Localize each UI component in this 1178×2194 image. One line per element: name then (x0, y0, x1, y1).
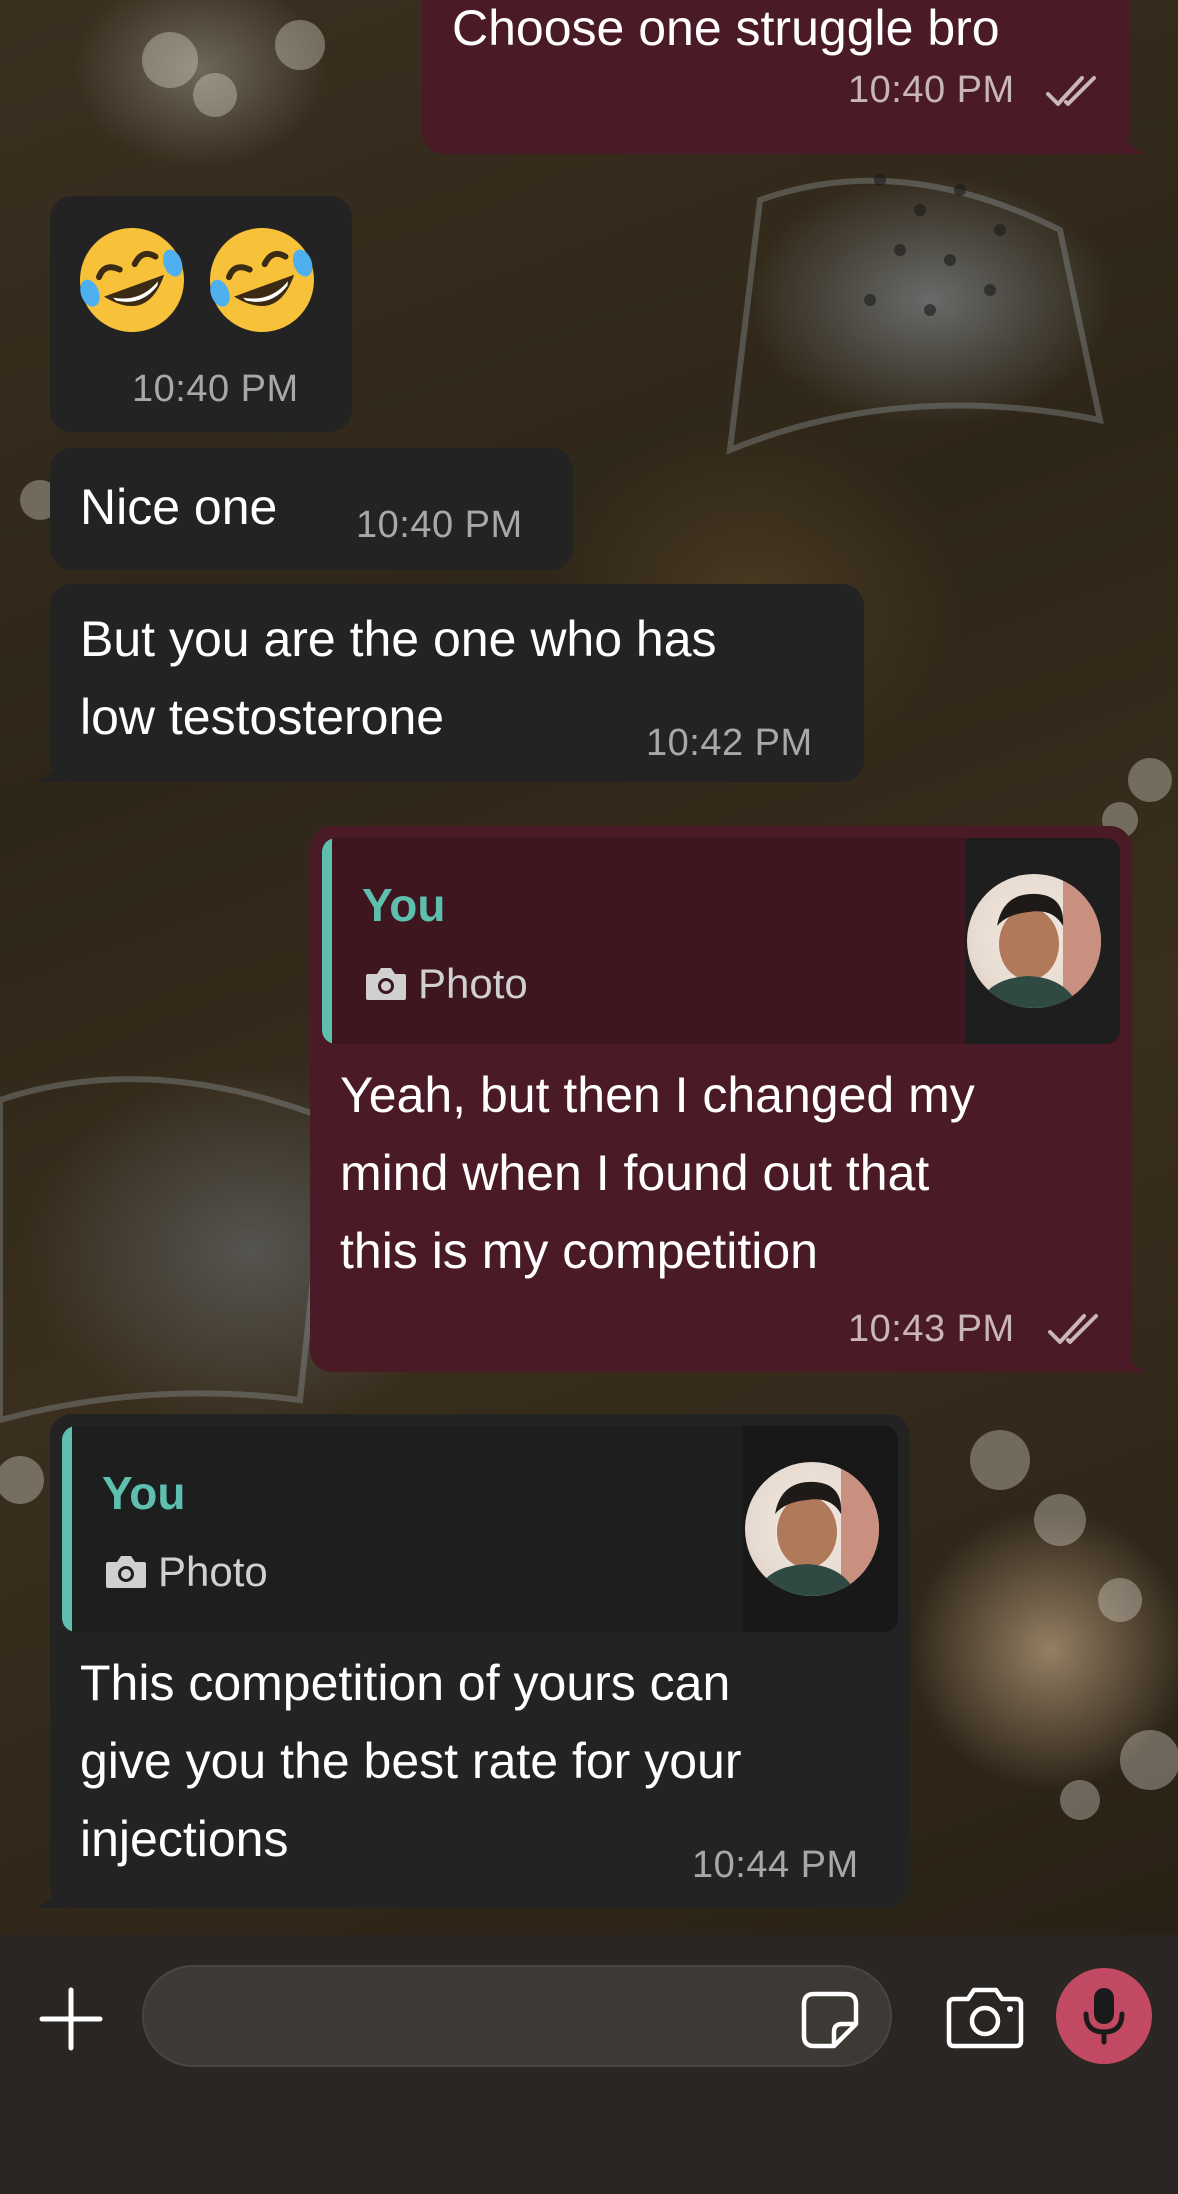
sticker-icon[interactable] (800, 1990, 860, 2050)
reply-accent-bar (62, 1426, 72, 1632)
message-input[interactable] (142, 1965, 892, 2067)
message-text-line: This competition of yours can (80, 1655, 731, 1711)
message-bubble-outgoing[interactable]: Choose one struggle bro 10:40 PM (422, 0, 1146, 154)
reply-author: You (102, 1467, 186, 1519)
reply-author: You (362, 879, 446, 931)
reply-thumbnail (965, 838, 1120, 1044)
message-time: 10:43 PM (848, 1308, 1015, 1350)
rolling-laughing-emoji-icon (80, 228, 314, 332)
avatar (967, 874, 1101, 1008)
message-text-line: low testosterone (80, 689, 445, 745)
message-bubble-incoming[interactable]: Nice one 10:40 PM (50, 448, 573, 570)
camera-icon (106, 1556, 146, 1588)
message-time: 10:42 PM (646, 722, 813, 764)
reply-accent-bar (322, 838, 332, 1044)
read-receipt-icon (1046, 76, 1096, 106)
message-text-line: injections (80, 1811, 289, 1867)
reply-type: Photo (158, 1548, 268, 1595)
message-time: 10:40 PM (132, 368, 299, 410)
microphone-button[interactable] (1056, 1968, 1152, 2064)
microphone-icon (1083, 1988, 1125, 2045)
bubble-tail (34, 752, 64, 782)
message-text: Choose one struggle bro (452, 0, 1000, 56)
emoji-message: 🤣🤣 (76, 224, 326, 334)
message-time: 10:40 PM (848, 69, 1015, 111)
bubble-tail (34, 1878, 64, 1908)
message-text-line: Yeah, but then I changed my (340, 1067, 975, 1123)
message-time: 10:40 PM (356, 504, 523, 546)
message-bubble-outgoing[interactable]: You Photo Yeah, but then I changed my mi… (310, 826, 1148, 1372)
bubble-tail (1118, 1342, 1148, 1372)
message-bubble-incoming[interactable]: You Photo This competition of yours can … (34, 1414, 910, 1908)
message-bubble-incoming[interactable]: 🤣🤣 10:40 PM (50, 196, 352, 432)
message-text-line: But you are the one who has (80, 611, 717, 667)
message-text-line: mind when I found out that (340, 1145, 930, 1201)
reply-preview[interactable]: You Photo (322, 838, 1120, 1044)
reply-type: Photo (418, 960, 528, 1007)
avatar (745, 1462, 879, 1596)
reply-preview[interactable]: You Photo (62, 1426, 898, 1632)
message-time: 10:44 PM (692, 1844, 859, 1886)
reply-thumbnail (743, 1426, 898, 1632)
message-bubble-incoming[interactable]: But you are the one who has low testoste… (34, 584, 864, 782)
message-text-line: this is my competition (340, 1223, 818, 1279)
message-text-line: give you the best rate for your (80, 1733, 742, 1789)
camera-icon (366, 968, 406, 1000)
camera-icon[interactable] (946, 1985, 1024, 2049)
bubble-tail (1116, 124, 1146, 154)
message-text: Nice one (80, 479, 278, 535)
plus-icon[interactable] (36, 1984, 106, 2054)
read-receipt-icon (1048, 1314, 1098, 1344)
